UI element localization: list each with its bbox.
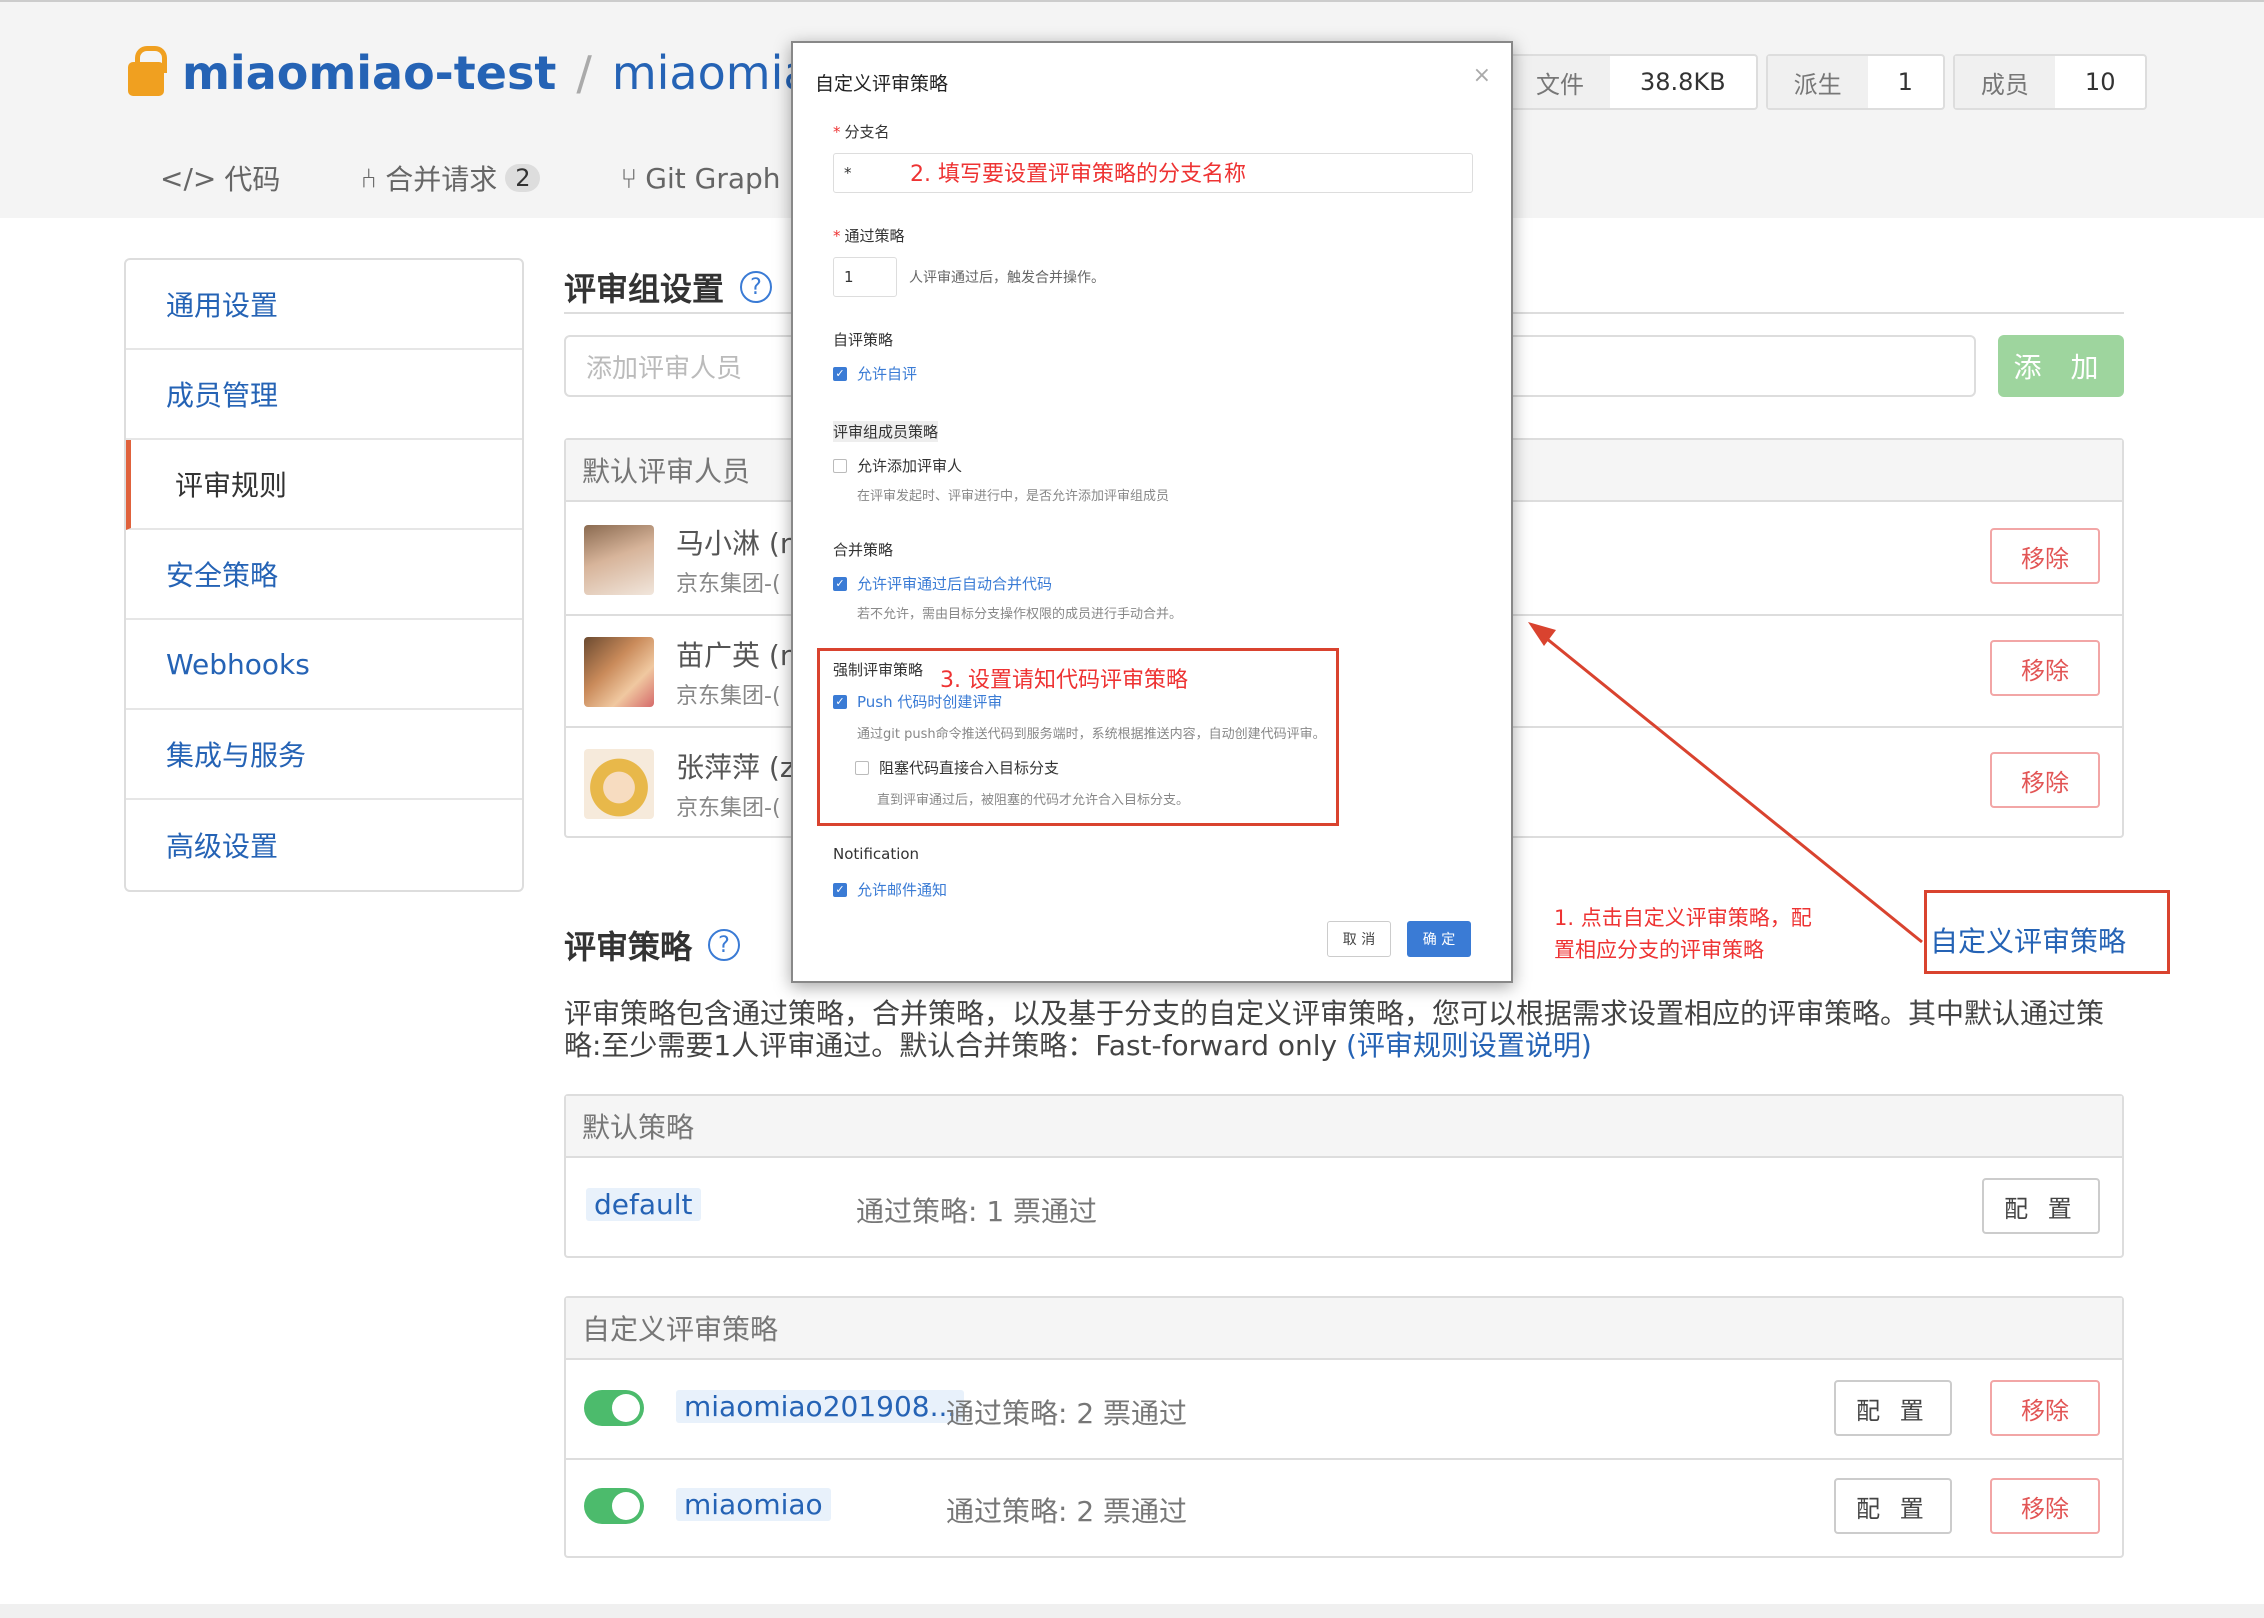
annotation-arrow — [1528, 622, 1923, 944]
